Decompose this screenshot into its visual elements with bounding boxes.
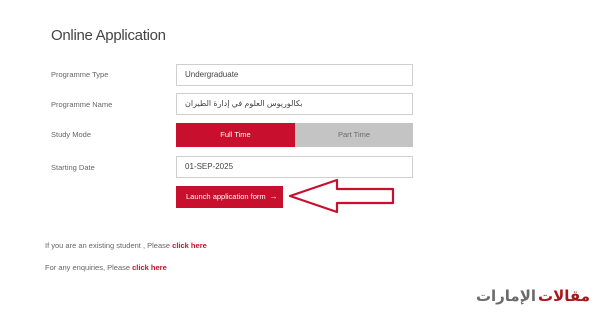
existing-student-line: If you are an existing student , Please …: [45, 241, 207, 250]
programme-name-value: بكالوريوس العلوم في إدارة الطيران: [185, 99, 303, 108]
arrow-right-icon: →: [269, 192, 278, 201]
programme-name-field[interactable]: بكالوريوس العلوم في إدارة الطيران: [176, 93, 413, 115]
watermark-logo: مقالات الإمارات: [471, 286, 594, 306]
launch-application-button[interactable]: Launch application form →: [176, 186, 283, 208]
starting-date-field[interactable]: 01-SEP-2025: [176, 156, 413, 178]
programme-type-label: Programme Type: [51, 70, 109, 79]
watermark-word-1: مقالات: [538, 288, 590, 305]
enquiries-link[interactable]: click here: [132, 263, 167, 272]
existing-student-link[interactable]: click here: [172, 241, 207, 250]
enquiries-line: For any enquiries, Please click here: [45, 263, 167, 272]
full-time-button[interactable]: Full Time: [176, 123, 295, 147]
page-title: Online Application: [51, 27, 166, 44]
programme-type-field[interactable]: Undergraduate: [176, 64, 413, 86]
enquiries-text: For any enquiries, Please: [45, 263, 131, 272]
pointer-arrow-icon: [288, 178, 395, 214]
starting-date-label: Starting Date: [51, 163, 95, 172]
existing-student-text: If you are an existing student , Please: [45, 241, 171, 250]
study-mode-label: Study Mode: [51, 130, 92, 139]
part-time-button[interactable]: Part Time: [295, 123, 413, 147]
launch-button-label: Launch application form: [186, 192, 266, 201]
programme-name-label: Programme Name: [51, 100, 113, 109]
watermark-word-2: الإمارات: [475, 288, 537, 305]
